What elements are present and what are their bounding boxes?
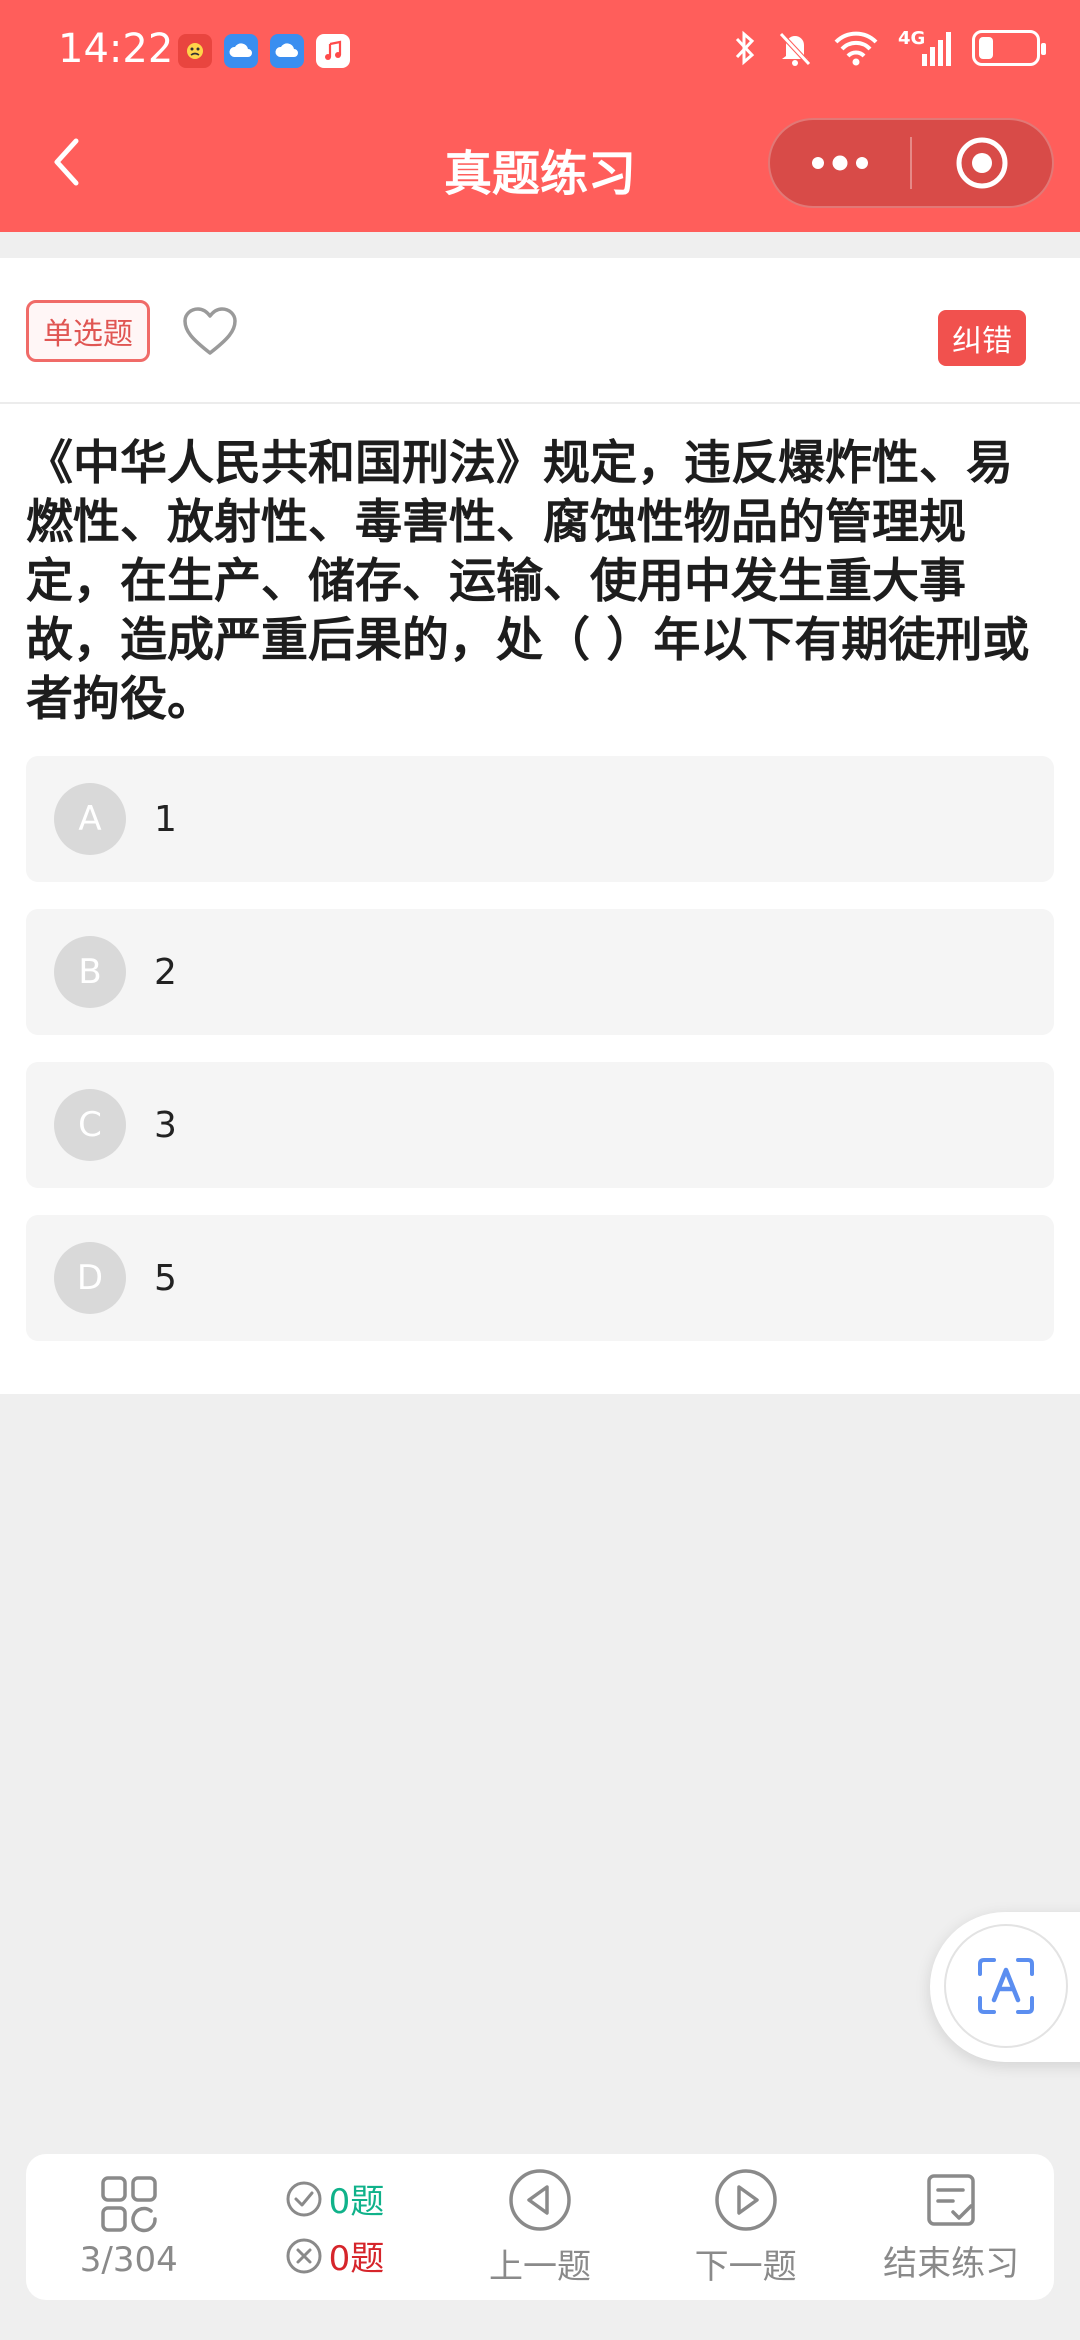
option-text: 3: [154, 1104, 177, 1146]
x-circle-icon: [286, 2238, 322, 2273]
wrong-count-row: 0题: [285, 2231, 385, 2280]
option-text: 1: [154, 798, 177, 840]
question-card: 单选题 纠错 《中华人民共和国刑法》规定，违反爆炸性、易燃性、放射性、毒害性、腐…: [0, 258, 1080, 1394]
answer-stats: 0题 0题: [232, 2154, 438, 2300]
mute-icon: [779, 32, 811, 66]
prev-question-button[interactable]: 上一题: [437, 2154, 643, 2300]
notification-app-icon: [178, 34, 212, 68]
next-label: 下一题: [694, 2246, 797, 2287]
floating-tool-container: [930, 1912, 1080, 2062]
nav-bar: 真题练习: [0, 104, 1080, 232]
question-type-badge: 单选题: [26, 300, 150, 362]
option-letter: B: [54, 936, 126, 1008]
music-icon: [316, 34, 350, 68]
bottom-toolbar: 3/304 0题 0题 上一题 下一题 结束练习: [26, 2154, 1054, 2300]
option-letter: A: [54, 783, 126, 855]
cloud-icon: [224, 34, 258, 68]
correct-count: 0题: [328, 2182, 385, 2222]
more-button[interactable]: [770, 120, 910, 206]
option-text: 2: [154, 951, 177, 993]
next-circle-icon: [714, 2168, 777, 2231]
status-bar: 14:22 4G: [0, 0, 1080, 104]
finish-check-icon: [927, 2173, 975, 2226]
signal-icon: 4G: [898, 28, 954, 68]
check-circle-icon: [286, 2181, 322, 2216]
battery-icon: [972, 30, 1046, 66]
option-c[interactable]: C 3: [26, 1062, 1054, 1188]
status-time: 14:22: [58, 26, 174, 72]
question-index-button[interactable]: 3/304: [26, 2154, 232, 2300]
app-header: 14:22 4G 真题练习: [0, 0, 1080, 232]
option-text: 5: [154, 1257, 177, 1299]
prev-label: 上一题: [488, 2246, 591, 2287]
wifi-icon: [834, 31, 878, 66]
bluetooth-icon: [735, 30, 755, 66]
option-d[interactable]: D 5: [26, 1215, 1054, 1341]
status-app-icons: [178, 34, 350, 68]
option-a[interactable]: A 1: [26, 756, 1054, 882]
status-right-icons: 4G: [732, 28, 1046, 68]
progress-label: 3/304: [79, 2240, 178, 2280]
correct-count-row: 0题: [285, 2174, 385, 2223]
next-question-button[interactable]: 下一题: [643, 2154, 849, 2300]
more-dots-icon: [812, 155, 868, 171]
prev-circle-icon: [509, 2168, 571, 2231]
options-list: A 1 B 2 C 3 D 5: [26, 756, 1054, 1368]
close-mini-program-button[interactable]: [912, 120, 1052, 206]
ai-scan-button[interactable]: [944, 1924, 1068, 2048]
heart-icon[interactable]: [182, 306, 238, 358]
finish-practice-button[interactable]: 结束练习: [848, 2154, 1054, 2300]
report-error-button[interactable]: 纠错: [938, 310, 1026, 366]
target-close-icon: [956, 137, 1008, 189]
mini-program-capsule: [768, 118, 1054, 208]
option-b[interactable]: B 2: [26, 909, 1054, 1035]
option-letter: D: [54, 1242, 126, 1314]
question-text: 《中华人民共和国刑法》规定，违反爆炸性、易燃性、放射性、毒害性、腐蚀性物品的管理…: [26, 436, 1030, 727]
question-header: 单选题 纠错: [0, 258, 1080, 404]
back-button[interactable]: [36, 132, 96, 192]
wrong-count: 0题: [328, 2239, 385, 2279]
option-letter: C: [54, 1089, 126, 1161]
chevron-left-icon: [54, 138, 79, 186]
cloud-icon: [270, 34, 304, 68]
scan-text-icon: [978, 1958, 1034, 2014]
finish-label: 结束练习: [883, 2243, 1020, 2284]
grid-icon: [101, 2176, 157, 2233]
